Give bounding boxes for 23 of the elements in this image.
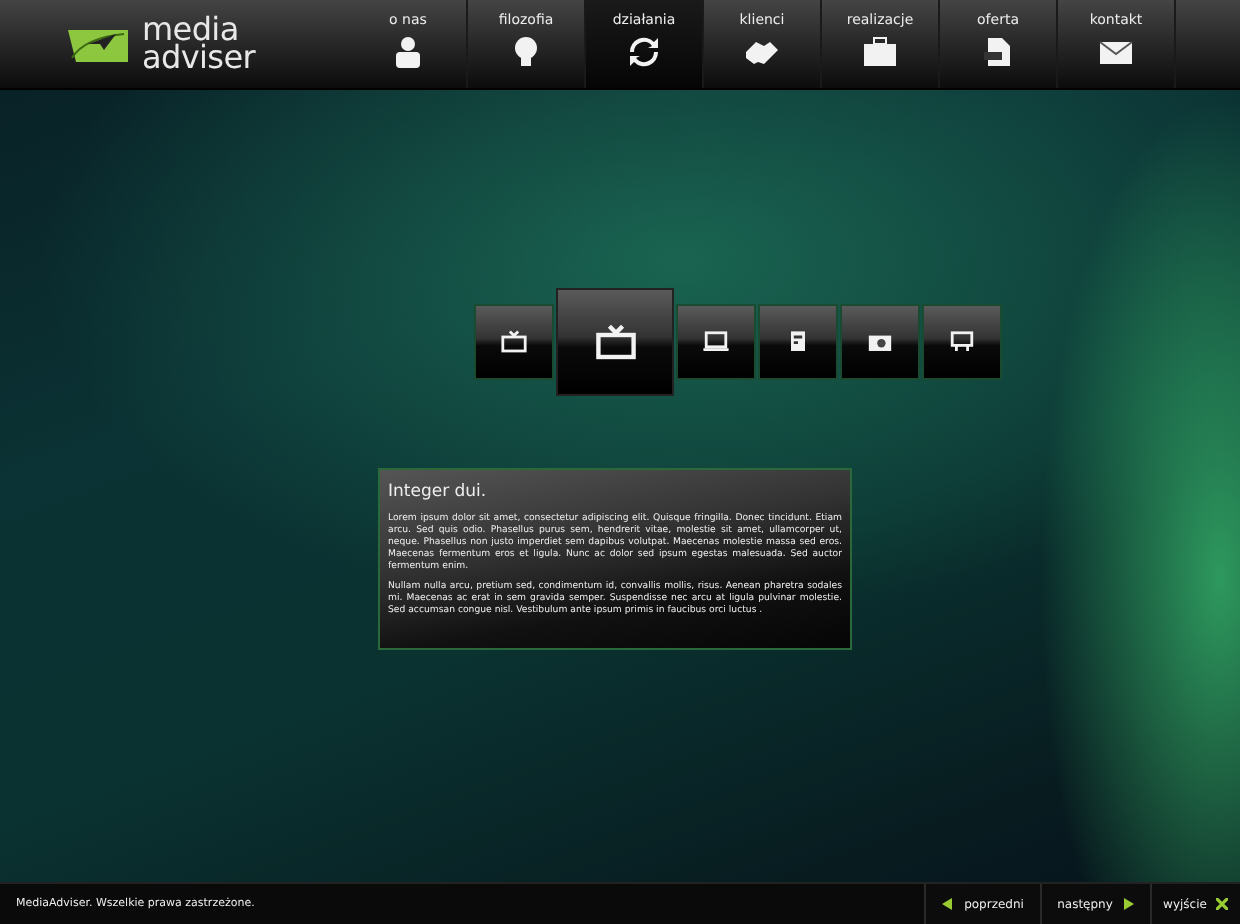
refresh-icon — [626, 36, 662, 68]
media-tile[interactable] — [758, 304, 838, 380]
media-tile[interactable] — [556, 288, 674, 396]
close-icon — [1216, 898, 1229, 910]
logo-text: media — [142, 16, 239, 44]
media-tile[interactable] — [676, 304, 756, 380]
media-tile[interactable] — [840, 304, 920, 380]
document-icon — [980, 36, 1016, 68]
briefcase-icon — [862, 36, 898, 68]
tv-icon — [500, 330, 528, 354]
envelope-icon — [1098, 36, 1134, 68]
right-arrow-icon — [1122, 898, 1135, 910]
handshake-icon — [744, 36, 780, 68]
billboard-icon — [948, 330, 976, 354]
media-tile[interactable] — [922, 304, 1002, 380]
laptop-icon — [702, 330, 730, 354]
person-icon — [390, 36, 426, 68]
camera-icon — [866, 330, 894, 354]
media-tile[interactable] — [474, 304, 554, 380]
left-arrow-icon — [942, 898, 955, 910]
logo-text: adviser — [142, 44, 256, 72]
tv-icon — [593, 324, 637, 360]
article-title: Integer dui. — [388, 482, 489, 502]
